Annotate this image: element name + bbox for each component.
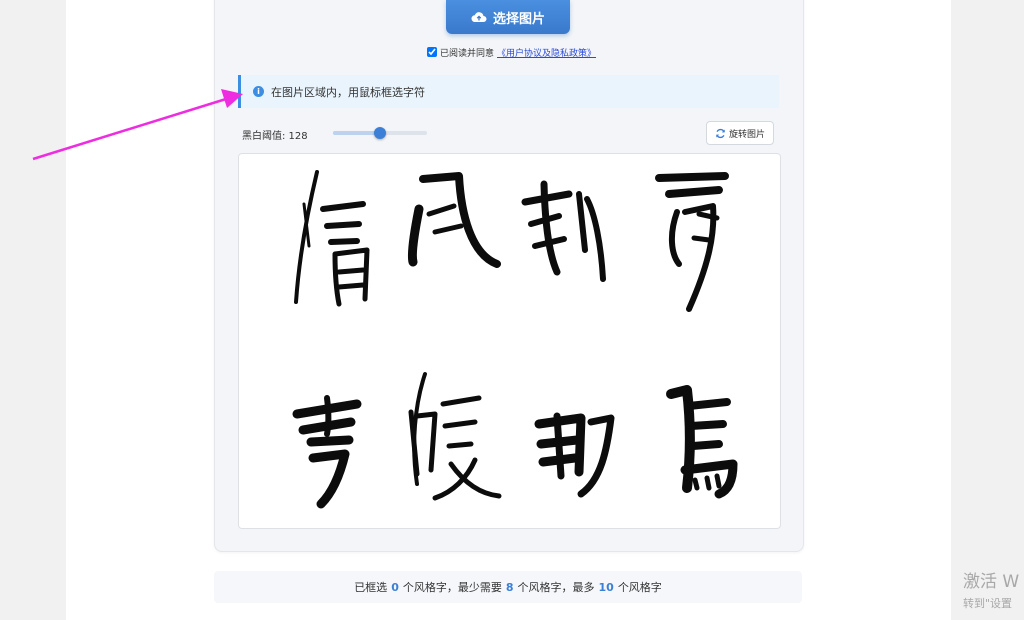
annotation-arrow [32,89,243,161]
